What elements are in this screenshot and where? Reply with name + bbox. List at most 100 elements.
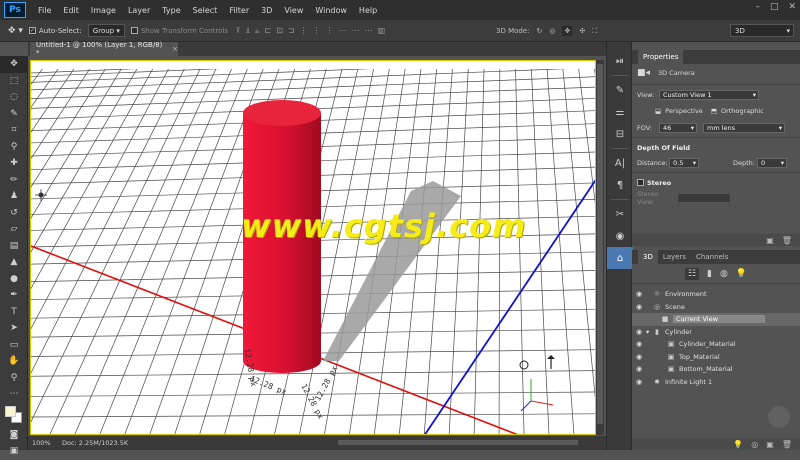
- tree-row-cylinder-material[interactable]: ◉ ▣ Cylinder_Material: [632, 338, 800, 351]
- tree-row-top-material[interactable]: ◉ ▣ Top_Material: [632, 351, 800, 364]
- menu-filter[interactable]: Filter: [223, 6, 255, 15]
- properties-tab[interactable]: Properties: [638, 50, 684, 64]
- foreground-color-swatch[interactable]: [5, 405, 16, 417]
- menu-image[interactable]: Image: [85, 6, 122, 15]
- show-transform-checkbox[interactable]: [130, 27, 138, 34]
- quick-select-tool-icon[interactable]: ✎: [0, 106, 28, 123]
- move-tool-icon[interactable]: ✥: [0, 56, 28, 73]
- orthographic-icon[interactable]: ⬒: [711, 107, 717, 115]
- healing-tool-icon[interactable]: ✚: [0, 155, 28, 172]
- stereo-view-dropdown[interactable]: [677, 192, 731, 203]
- align-bottom-icon[interactable]: ⫨: [255, 26, 260, 36]
- align-left-icon[interactable]: ⊏: [265, 26, 272, 36]
- 3d-panel-icon[interactable]: ⌂: [607, 247, 633, 269]
- eyedropper-tool-icon[interactable]: ⚲: [0, 139, 28, 156]
- tree-row-scene[interactable]: ◉ ◎ Scene: [632, 301, 800, 314]
- distribute-1-icon[interactable]: ⋮: [300, 26, 308, 36]
- maximize-button[interactable]: □: [770, 2, 779, 12]
- depth-input[interactable]: 0 ▾: [757, 157, 787, 168]
- orthographic-option[interactable]: Orthographic: [721, 107, 764, 115]
- show-transform-option[interactable]: Show Transform Controls: [130, 27, 228, 35]
- scale-icon[interactable]: ⛶: [592, 27, 597, 36]
- paragraph-panel-icon[interactable]: ¶: [607, 174, 633, 196]
- environment-light-icon[interactable]: [35, 189, 47, 201]
- close-document-icon[interactable]: ×: [172, 45, 178, 53]
- tree-row-cylinder[interactable]: ◉ ▾ ▮ Cylinder: [632, 326, 800, 339]
- screen-mode-icon[interactable]: ▣: [0, 443, 28, 460]
- adjustments-panel-icon[interactable]: ⚌: [607, 101, 633, 123]
- visibility-eye-icon[interactable]: ◉: [632, 328, 646, 336]
- workspace-select[interactable]: 3D ▾: [730, 24, 794, 37]
- align-right-icon[interactable]: ⊐: [288, 26, 295, 36]
- light-gizmo[interactable]: [519, 355, 555, 370]
- visibility-eye-icon[interactable]: ◉: [632, 353, 646, 361]
- shape-tool-icon[interactable]: ▭: [0, 337, 28, 354]
- dodge-tool-icon[interactable]: ●: [0, 271, 28, 288]
- auto-select-dropdown[interactable]: Group ▾: [87, 24, 125, 37]
- brush-panel-icon[interactable]: ✎: [607, 79, 633, 101]
- distribute-3-icon[interactable]: ⋮: [326, 26, 334, 36]
- axis-gizmo[interactable]: [520, 379, 554, 412]
- close-window-button[interactable]: ✕: [788, 2, 796, 12]
- auto-align-icon[interactable]: ▥: [378, 26, 386, 36]
- distribute-6-icon[interactable]: ⋯: [365, 26, 373, 36]
- perspective-icon[interactable]: ⬓: [655, 107, 661, 115]
- type-tool-icon[interactable]: T: [0, 304, 28, 321]
- document-canvas[interactable]: www.cgtsj.com 12.28 px 12.28 px 12.28 px…: [30, 60, 596, 435]
- menu-layer[interactable]: Layer: [122, 6, 156, 15]
- menu-file[interactable]: File: [32, 6, 57, 15]
- roll-icon[interactable]: ◎: [549, 27, 555, 35]
- distance-input[interactable]: 0.5 ▾: [669, 157, 699, 168]
- history-panel-icon[interactable]: ⏯: [607, 50, 633, 72]
- tab-channels[interactable]: Channels: [691, 250, 733, 264]
- filter-whole-scene-icon[interactable]: ☷: [684, 267, 700, 280]
- minimize-button[interactable]: –: [755, 2, 760, 12]
- more-tools-icon[interactable]: ⋯: [0, 386, 28, 403]
- move-tool-preset[interactable]: ✥ ▾: [8, 26, 23, 36]
- vertical-scrollbar[interactable]: [596, 60, 604, 435]
- visibility-eye-icon[interactable]: ◉: [632, 290, 646, 298]
- crop-tool-icon[interactable]: ⌗: [0, 122, 28, 139]
- 3d-scene[interactable]: [31, 61, 596, 435]
- distribute-5-icon[interactable]: ⋯: [352, 26, 360, 36]
- visibility-eye-icon[interactable]: ◉: [632, 340, 646, 348]
- fov-unit-dropdown[interactable]: mm lens ▾: [703, 122, 785, 133]
- horizontal-scroll-thumb[interactable]: [338, 440, 578, 445]
- document-tab[interactable]: Untitled-1 @ 100% (Layer 1, RGB/8) * ×: [30, 41, 178, 57]
- new-object-icon[interactable]: ▣: [766, 440, 774, 449]
- menu-help[interactable]: Help: [353, 6, 383, 15]
- adjustments-icon[interactable]: ⊟: [607, 123, 633, 145]
- blur-tool-icon[interactable]: ▲: [0, 254, 28, 271]
- menu-type[interactable]: Type: [156, 6, 186, 15]
- hand-tool-icon[interactable]: ✋: [0, 353, 28, 370]
- path-select-tool-icon[interactable]: ➤: [0, 320, 28, 337]
- add-light-icon[interactable]: 💡: [733, 440, 743, 449]
- tool-presets-icon[interactable]: ✂: [607, 203, 633, 225]
- delete-object-icon[interactable]: 🗑: [782, 440, 792, 449]
- view-dropdown[interactable]: Custom View 1 ▾: [659, 89, 759, 100]
- quick-mask-icon[interactable]: ◙: [0, 427, 28, 444]
- auto-select-checkbox[interactable]: ✓: [28, 27, 36, 34]
- visibility-eye-icon[interactable]: ◉: [632, 365, 646, 373]
- eraser-tool-icon[interactable]: ▱: [0, 221, 28, 238]
- perspective-option[interactable]: Perspective: [665, 107, 703, 115]
- marquee-tool-icon[interactable]: ⬚: [0, 73, 28, 90]
- filter-materials-icon[interactable]: ◍: [720, 269, 728, 279]
- pan-icon[interactable]: ✥: [562, 26, 573, 36]
- vertical-scroll-thumb[interactable]: [597, 64, 603, 424]
- lasso-tool-icon[interactable]: ◌: [0, 89, 28, 106]
- zoom-tool-icon[interactable]: ⚲: [0, 370, 28, 387]
- tree-row-environment[interactable]: ◉ ☼ Environment: [632, 288, 800, 301]
- align-center-icon[interactable]: ⊡: [276, 26, 283, 36]
- filter-lights-icon[interactable]: 💡: [736, 269, 747, 279]
- doc-size[interactable]: Doc: 2.25M/1023.5K: [62, 439, 192, 447]
- menu-window[interactable]: Window: [309, 6, 353, 15]
- tree-row-bottom-material[interactable]: ◉ ▣ Bottom_Material: [632, 363, 800, 376]
- zoom-level[interactable]: 100%: [28, 439, 62, 447]
- menu-edit[interactable]: Edit: [57, 6, 85, 15]
- pen-tool-icon[interactable]: ✒: [0, 287, 28, 304]
- add-constraint-icon[interactable]: ◎: [751, 440, 758, 449]
- slide-icon[interactable]: ✣: [579, 27, 585, 35]
- visibility-eye-icon[interactable]: ◉: [632, 303, 646, 311]
- gradient-tool-icon[interactable]: ▤: [0, 238, 28, 255]
